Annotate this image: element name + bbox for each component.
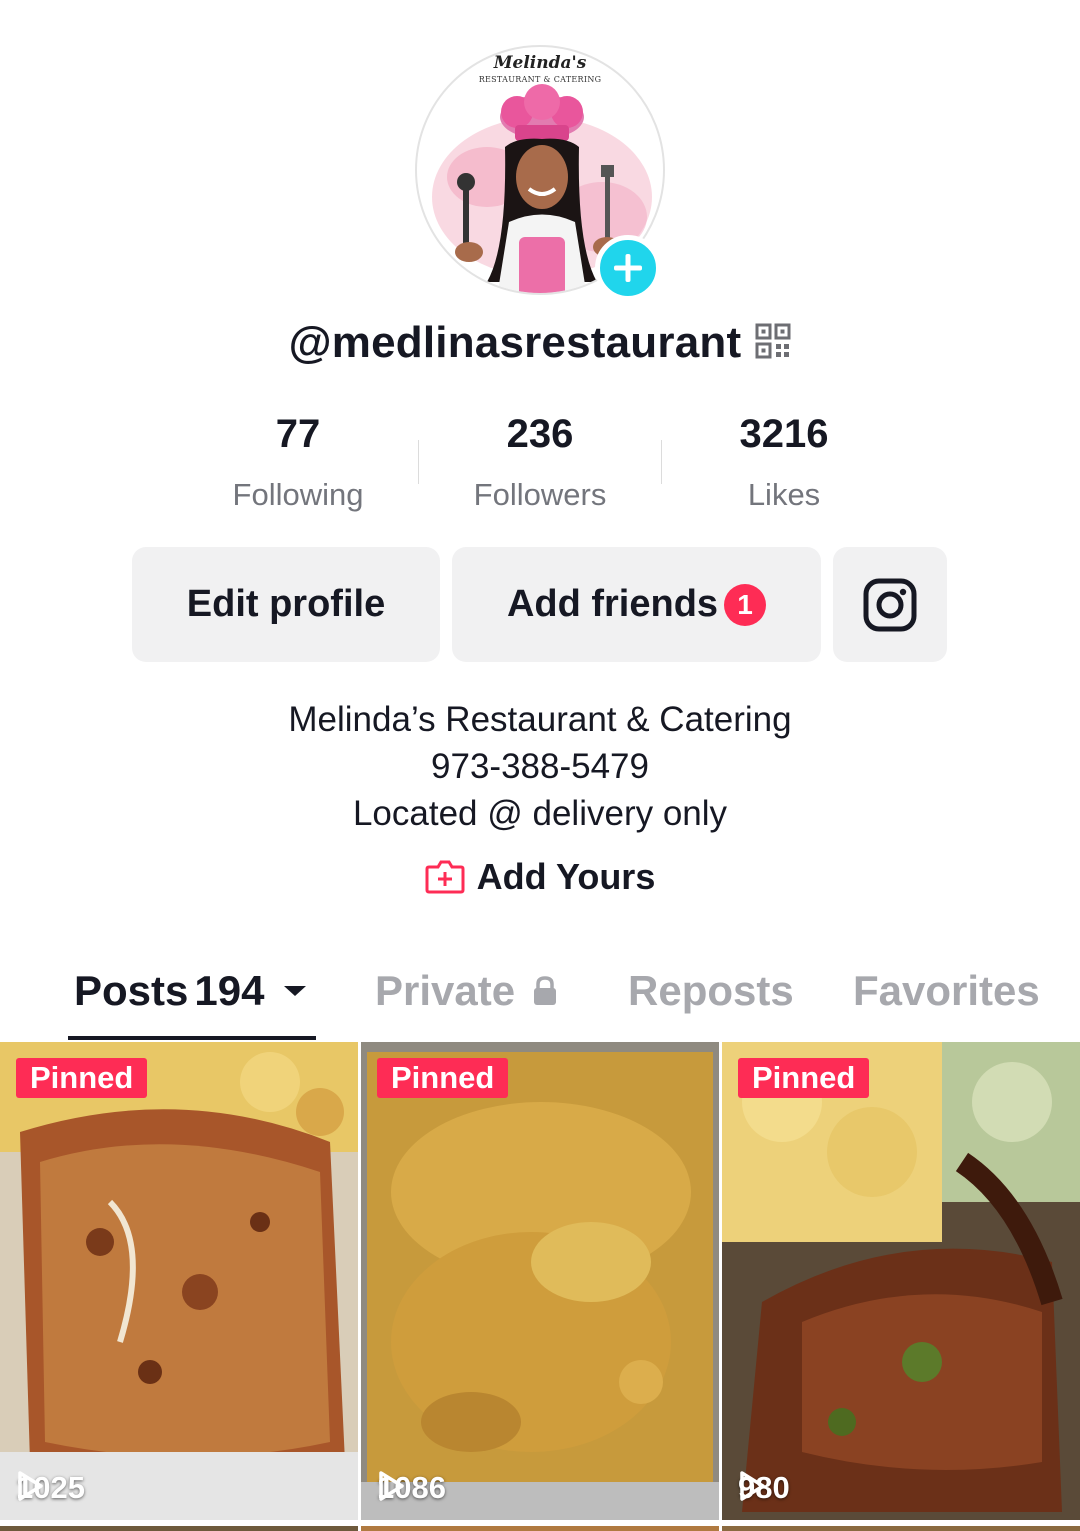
bio: Melinda’s Restaurant & Catering 973-388-… xyxy=(0,696,1080,837)
bio-line-location: Located @ delivery only xyxy=(352,794,728,833)
add-yours-button[interactable]: Add Yours xyxy=(0,856,1080,898)
avatar-logo-title: Melinda's xyxy=(493,53,587,73)
tab-reposts[interactable]: Reposts xyxy=(628,960,794,1022)
username-row: @medlinasrestaurant xyxy=(0,318,1080,368)
post-image xyxy=(0,1042,358,1520)
edit-profile-label: Edit profile xyxy=(186,583,386,625)
pinned-badge: Pinned xyxy=(16,1058,148,1098)
tab-posts-count: 194 xyxy=(194,967,265,1014)
profile-tabs: Posts 194 Private Reposts Favorites xyxy=(0,960,1080,1042)
tab-reposts-label: Reposts xyxy=(628,967,794,1014)
likes-label: Likes xyxy=(747,477,821,512)
stat-followers[interactable]: 236 Followers xyxy=(420,412,660,513)
following-label: Following xyxy=(232,477,364,512)
likes-count: 3216 xyxy=(739,412,829,456)
pinned-badge: Pinned xyxy=(377,1058,509,1098)
next-row-thumbnails xyxy=(0,1522,1080,1531)
avatar-container: Melinda's RESTAURANT & CATERING xyxy=(415,45,665,301)
post-thumbnail[interactable]: Pinned 1086 xyxy=(361,1042,719,1520)
stat-divider xyxy=(418,440,419,484)
add-friends-button[interactable]: Add friends 1 xyxy=(452,547,821,662)
bio-line-name: Melinda’s Restaurant & Catering xyxy=(288,700,792,739)
tab-favorites-label: Favorites xyxy=(853,967,1040,1014)
following-count: 77 xyxy=(275,412,321,456)
tab-private[interactable]: Private xyxy=(375,960,559,1022)
tab-posts[interactable]: Posts 194 xyxy=(74,960,308,1022)
add-yours-label: Add Yours xyxy=(476,856,656,897)
tab-private-label: Private xyxy=(375,967,516,1014)
followers-label: Followers xyxy=(473,477,607,512)
post-image xyxy=(361,1042,719,1520)
username: @medlinasrestaurant xyxy=(288,318,742,367)
add-friends-label: Add friends xyxy=(506,583,719,625)
lock-icon xyxy=(534,976,557,1005)
posts-grid: Pinned 1025 Pinned 1086 Pinned 980 xyxy=(0,1042,1080,1531)
post-image xyxy=(722,1042,1080,1520)
post-thumbnail[interactable]: Pinned 1025 xyxy=(0,1042,358,1520)
view-count: 1086 xyxy=(377,1470,446,1506)
play-icon xyxy=(740,1471,765,1501)
tab-favorites[interactable]: Favorites xyxy=(853,960,1040,1022)
edit-profile-button[interactable]: Edit profile xyxy=(132,547,440,662)
avatar-logo-subtitle: RESTAURANT & CATERING xyxy=(478,75,602,84)
instagram-button[interactable] xyxy=(833,547,947,662)
add-avatar-button[interactable] xyxy=(595,235,661,301)
play-icon xyxy=(379,1471,404,1501)
active-tab-indicator xyxy=(68,1036,316,1040)
chevron-down-icon xyxy=(284,986,307,996)
view-count: 1025 xyxy=(16,1470,85,1506)
plus-icon xyxy=(614,254,642,282)
add-yours-icon xyxy=(425,860,465,894)
stat-following[interactable]: 77 Following xyxy=(178,412,418,513)
pinned-badge: Pinned xyxy=(738,1058,870,1098)
view-count: 980 xyxy=(738,1470,790,1506)
tab-posts-label: Posts xyxy=(74,967,189,1014)
play-icon xyxy=(18,1471,43,1501)
bio-line-phone: 973-388-5479 xyxy=(431,747,649,786)
stat-divider xyxy=(661,440,662,484)
stat-likes[interactable]: 3216 Likes xyxy=(664,412,904,513)
notification-badge: 1 xyxy=(724,583,767,626)
followers-count: 236 xyxy=(506,412,574,456)
post-thumbnail[interactable]: Pinned 980 xyxy=(722,1042,1080,1520)
profile-page: Melinda's RESTAURANT & CATERING @medlina… xyxy=(0,0,1080,1531)
qr-code-icon[interactable] xyxy=(755,323,791,364)
instagram-icon xyxy=(863,578,917,631)
